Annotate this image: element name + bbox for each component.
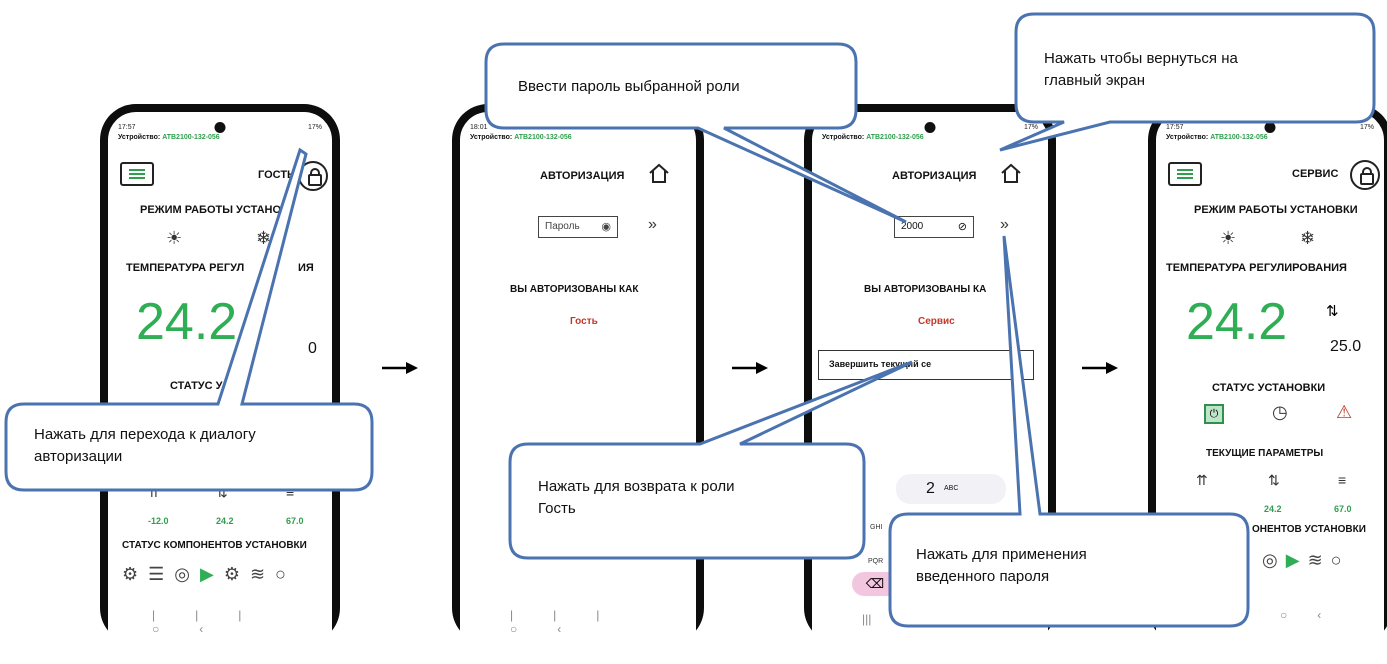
callout-login-text: Нажать для перехода к диалогу авторизации (34, 426, 256, 465)
callout-apply-text: Нажать для применения введенного пароля (916, 546, 1087, 585)
callout-password-bubble (484, 42, 907, 224)
callout-guest-bubble (508, 360, 913, 560)
callout-home-text: Нажать чтобы вернуться на главный экран (1044, 50, 1238, 89)
callout-guest-text: Нажать для возврата к роли Гость (538, 478, 735, 517)
callout-password-text: Ввести пароль выбранной роли (518, 78, 740, 95)
